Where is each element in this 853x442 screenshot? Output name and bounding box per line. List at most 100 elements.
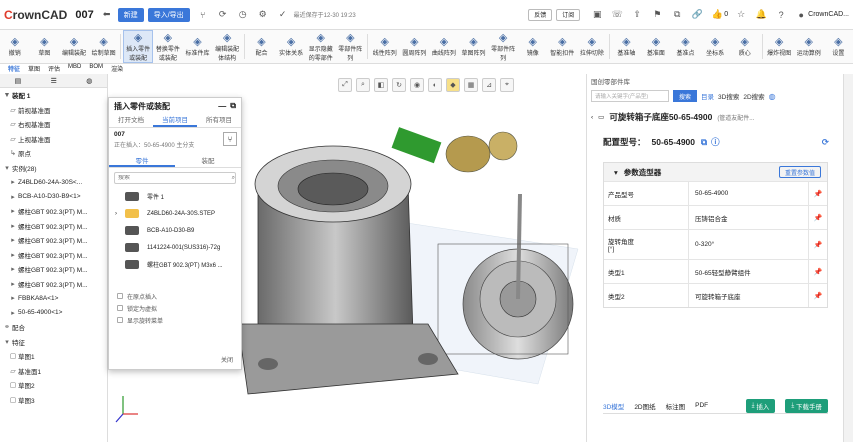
ribbon-tool-rel[interactable]: ◈ 实体关系: [276, 30, 306, 63]
tree-row[interactable]: ▸ 螺柱GBT 902.3(PT) M...: [0, 204, 107, 219]
notify-icon[interactable]: ⚑: [650, 8, 664, 22]
settings-icon[interactable]: ⚙: [256, 8, 270, 22]
tree-row[interactable]: ▾ 特征: [0, 335, 107, 350]
tree-row[interactable]: ▱ 基准面1: [0, 364, 107, 379]
bell-icon[interactable]: 🔔: [754, 8, 768, 22]
ribbon-tool-point[interactable]: ◈ 基准点: [671, 30, 701, 63]
ribbon-tool-mate[interactable]: ◈ 配合: [247, 30, 277, 63]
branch-select-icon[interactable]: ⑂: [223, 132, 237, 146]
ribbon-tool-draw[interactable]: ◈ 绘制草图: [89, 30, 119, 63]
refresh-model-icon[interactable]: ⟳: [822, 137, 829, 148]
dialog-tab[interactable]: 当前项目: [153, 114, 197, 127]
param-value[interactable]: 50-65-4900: [689, 182, 809, 205]
copy-icon[interactable]: ⧉: [670, 8, 684, 22]
ribbon-tool-sketch[interactable]: ◈ 草图: [30, 30, 60, 63]
tree-row[interactable]: ▸ Z4BLD60-24A-30S<...: [0, 175, 107, 190]
ribbon-tool-lib[interactable]: ◈ 标准件库: [183, 30, 213, 63]
ribbon-tool-show[interactable]: ◈ 显示隐藏的零部件: [306, 30, 336, 63]
reset-params-button[interactable]: 重置参数值: [778, 166, 821, 178]
param-value[interactable]: 可旋转箱子底座: [689, 284, 809, 307]
tab-pdf[interactable]: PDF: [695, 402, 708, 409]
dialog-search[interactable]: ⌕: [114, 172, 236, 184]
dialog-close-button[interactable]: 关闭: [221, 355, 233, 364]
new-button[interactable]: 新建: [117, 7, 144, 22]
tree-row[interactable]: ▸ 螺柱GBT 902.3(PT) M...: [0, 219, 107, 234]
left-tab[interactable]: 草图: [28, 64, 40, 74]
share-icon[interactable]: ⇪: [630, 8, 644, 22]
ribbon-tool-insert[interactable]: ◈ 插入零件或装配: [123, 30, 154, 63]
ribbon-tool-curve[interactable]: ◈ 曲线阵列: [429, 30, 459, 63]
link-icon[interactable]: 🔗: [690, 8, 704, 22]
tree-row[interactable]: ▸ 螺柱GBT 902.3(PT) M...: [0, 277, 107, 292]
part-item[interactable]: 1141224-001(SUS316)-72g: [109, 239, 241, 256]
left-tab[interactable]: MBD: [68, 64, 81, 74]
ribbon-tool-mirror[interactable]: ◈ 镜像: [518, 30, 548, 63]
refresh-icon[interactable]: ⟳: [216, 8, 230, 22]
pin-icon[interactable]: 📌: [809, 206, 827, 229]
collapse-icon[interactable]: ▾: [614, 168, 618, 177]
history-icon[interactable]: ◷: [236, 8, 250, 22]
info-model-icon[interactable]: ⓘ: [711, 136, 720, 148]
ribbon-tool-replace[interactable]: ◈ 替换零件或装配: [153, 30, 183, 63]
ribbon-tool-settings[interactable]: ◈ 设置: [824, 30, 853, 63]
dialog-search-input[interactable]: [118, 175, 198, 181]
pin-icon[interactable]: 📌: [809, 182, 827, 205]
left-tab[interactable]: 渲染: [111, 64, 123, 74]
ribbon-tool-motion[interactable]: ◈ 运动算例: [794, 30, 824, 63]
dialog-tab[interactable]: 打开文档: [109, 114, 153, 127]
expand-icon[interactable]: ›: [115, 211, 119, 217]
tab-2d-drawing[interactable]: 2D图纸: [634, 401, 655, 411]
ribbon-tool-arr[interactable]: ◈ 零部件阵列: [488, 30, 518, 63]
like-icon[interactable]: 👍: [710, 8, 724, 22]
dialog-subtab[interactable]: 零件: [109, 156, 175, 167]
globe-icon[interactable]: ◍: [769, 92, 776, 101]
ribbon-tool-mass[interactable]: ◈ 质心: [730, 30, 760, 63]
download-manual-button[interactable]: ⤓ 下载手册: [785, 398, 828, 413]
ribbon-tool-cut[interactable]: ◈ 拉伸切除: [577, 30, 607, 63]
library-search-button[interactable]: 搜索: [673, 90, 698, 102]
star-icon[interactable]: ☆: [734, 8, 748, 22]
insert-button[interactable]: ⤓ 插入: [745, 398, 776, 413]
ribbon-tool-struct[interactable]: ◈ 编辑装配体结构: [212, 30, 242, 63]
dialog-subtab[interactable]: 装配: [175, 156, 241, 167]
ribbon-tool-coord[interactable]: ◈ 坐标系: [700, 30, 730, 63]
tree-row[interactable]: ▾ 实例(28): [0, 161, 107, 176]
tree-row[interactable]: ▢ 草图3: [0, 393, 107, 408]
ribbon-tool-circular[interactable]: ◈ 圆周阵列: [400, 30, 430, 63]
tree-row[interactable]: ▼ 装配 1: [0, 88, 107, 103]
tree-row[interactable]: ▢ 草图2: [0, 378, 107, 393]
search-icon[interactable]: ⌕: [232, 175, 235, 182]
tv-icon[interactable]: ▣: [590, 8, 604, 22]
pin-icon[interactable]: 📌: [809, 230, 827, 259]
nav-2d-search[interactable]: 2D搜索: [743, 91, 764, 101]
tree-row[interactable]: ▸ 螺柱GBT 902.3(PT) M...: [0, 233, 107, 248]
checkbox-icon[interactable]: [117, 293, 123, 299]
option-checkbox[interactable]: 锁定为虚拟: [109, 302, 241, 314]
left-tab[interactable]: 特征: [8, 64, 20, 74]
ribbon-tool-plane[interactable]: ◈ 基准面: [641, 30, 671, 63]
copy-model-icon[interactable]: ⧉: [701, 137, 707, 148]
left-tab[interactable]: BOM: [89, 64, 103, 74]
subscribe-button[interactable]: 订阅: [556, 8, 581, 21]
feedback-button[interactable]: 反馈: [528, 8, 553, 21]
phone-icon[interactable]: ☏: [610, 8, 624, 22]
nav-catalog[interactable]: 目录: [701, 91, 714, 101]
ribbon-tool-undo[interactable]: ◈ 撤销: [0, 30, 30, 63]
tree-row[interactable]: ▱ 上视基准面: [0, 132, 107, 147]
username[interactable]: CrownCAD...: [808, 11, 849, 18]
ribbon-tool-fastener[interactable]: ◈ 智能扣件: [548, 30, 578, 63]
tree-row[interactable]: ▸ 50-65-4900<1>: [0, 306, 107, 321]
part-item[interactable]: 螺柱GBT 902.3(PT) M3x6 ...: [109, 256, 241, 273]
tree-list-icon[interactable]: ☰: [51, 77, 57, 85]
part-item[interactable]: › Z4BLD60-24A-30S.STEP: [109, 205, 241, 222]
tree-row[interactable]: ▸ 螺柱GBT 902.3(PT) M...: [0, 262, 107, 277]
left-tab[interactable]: 评估: [48, 64, 60, 74]
pin-icon[interactable]: 📌: [809, 260, 827, 283]
pin-icon[interactable]: 📌: [809, 284, 827, 307]
tab-3d-model[interactable]: 3D模型: [603, 401, 624, 411]
part-item[interactable]: BCB-A10-D30-B9: [109, 222, 241, 239]
help-icon[interactable]: ?: [774, 8, 788, 22]
ribbon-tool-linear[interactable]: ◈ 线性阵列: [370, 30, 400, 63]
tree-row[interactable]: ▸ BCB-A10-D30-B9<1>: [0, 190, 107, 205]
dialog-tab[interactable]: 所有项目: [197, 114, 241, 127]
